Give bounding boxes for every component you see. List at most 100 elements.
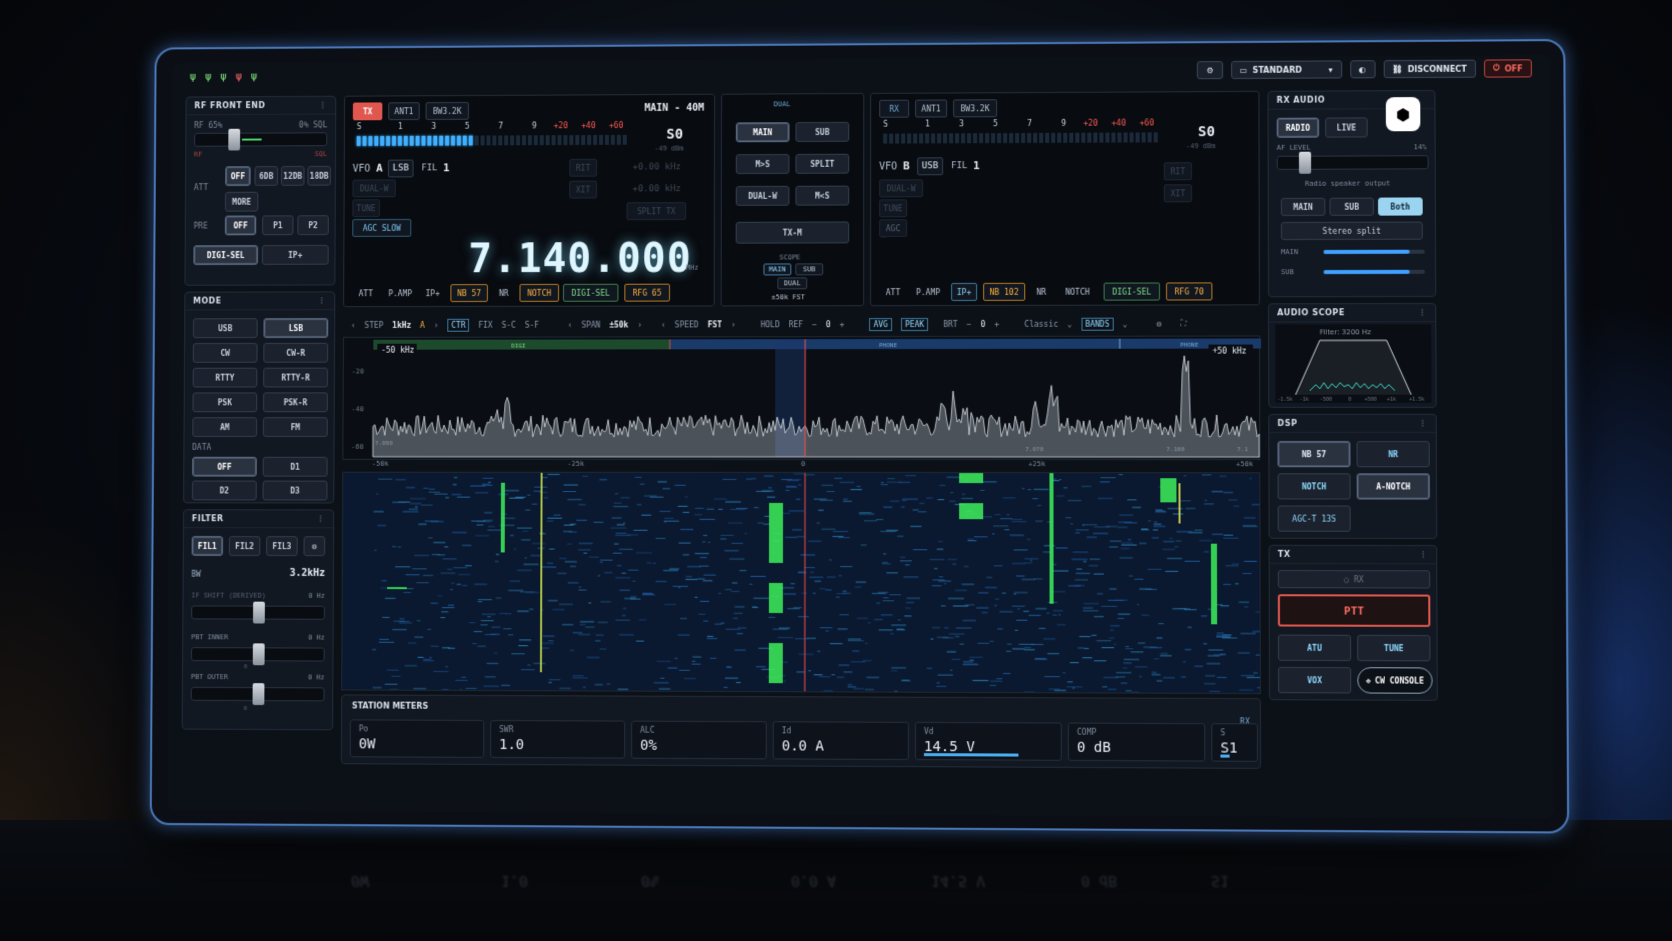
dual-w-button[interactable]: DUAL-W (879, 179, 924, 198)
gear-icon[interactable]: ⚙ (1157, 319, 1162, 328)
mode-rtty-button[interactable]: RTTY (192, 367, 258, 388)
data-d3-button[interactable]: D3 (262, 480, 328, 501)
rit-button[interactable]: RIT (1163, 162, 1193, 181)
slider-knob[interactable] (252, 683, 265, 706)
hold-button[interactable]: HOLD (761, 320, 780, 329)
mode-cw-r-button[interactable]: CW-R (263, 342, 329, 363)
minus-icon[interactable]: − (967, 319, 972, 328)
chevron-right-icon[interactable]: › (434, 320, 439, 329)
profile-select[interactable]: ▭ STANDARD ▾ (1230, 60, 1342, 80)
peak-button[interactable]: PEAK (900, 317, 929, 331)
dsp-nr-button[interactable]: NR (1356, 441, 1430, 468)
route-both-button[interactable]: Both (1378, 197, 1423, 216)
step-value[interactable]: 1kHz (392, 320, 411, 329)
slider-knob[interactable] (252, 643, 265, 666)
data-off-button[interactable]: OFF (192, 456, 257, 477)
scope-ctr-button[interactable]: CTR (447, 318, 470, 332)
antenna-select[interactable]: ANT1 (915, 99, 948, 118)
power-off-button[interactable]: ⏻ OFF (1483, 59, 1532, 78)
dual-w-toggle[interactable]: DUAL-W (735, 185, 790, 206)
agc-button[interactable]: AGC SLOW (352, 218, 412, 237)
if-shift-slider[interactable] (191, 601, 325, 624)
bands-button[interactable]: BANDS (1081, 317, 1114, 331)
att-toggle[interactable]: ATT (352, 284, 380, 302)
ip-plus-button[interactable]: IP+ (261, 244, 329, 265)
settings-button[interactable]: ⚙ (1197, 61, 1223, 80)
mode-lsb-button[interactable]: LSB (263, 318, 329, 338)
speed-value[interactable]: FST (708, 320, 722, 329)
rfg-toggle[interactable]: RFG 65 (624, 283, 671, 302)
mode-fm-button[interactable]: FM (262, 417, 328, 437)
rf-gain-slider[interactable] (194, 128, 328, 151)
scope-main-button[interactable]: MAIN (763, 263, 792, 276)
digi-sel-toggle[interactable]: DIGI-SEL (1103, 282, 1160, 301)
data-d2-button[interactable]: D2 (191, 480, 257, 501)
digi-sel-toggle[interactable]: DIGI-SEL (562, 283, 619, 302)
ptt-button[interactable]: PTT (1277, 594, 1431, 627)
notch-toggle[interactable]: NOTCH (519, 283, 560, 302)
pamp-toggle[interactable]: P.AMP (911, 283, 945, 301)
disconnect-button[interactable]: ⛓ DISCONNECT (1383, 59, 1476, 79)
audio-radio-button[interactable]: RADIO (1276, 117, 1320, 138)
rfg-toggle[interactable]: RFG 70 (1166, 282, 1213, 301)
nr-toggle[interactable]: NR (1029, 283, 1053, 301)
filter-fil1-button[interactable]: FIL1 (191, 536, 224, 556)
dual-sub-button[interactable]: SUB (795, 121, 850, 143)
chevron-left-icon[interactable]: ‹ (351, 321, 356, 330)
atu-button[interactable]: ATU (1277, 634, 1352, 662)
pre-off-button[interactable]: OFF (224, 215, 257, 236)
tx-m-button[interactable]: TX-M (735, 221, 850, 244)
mode-cw-button[interactable]: CW (192, 342, 258, 363)
filter-settings-button[interactable]: ⚙ (303, 536, 326, 557)
ip-plus-toggle[interactable]: IP+ (421, 284, 445, 302)
scope-sc-button[interactable]: S-C (502, 320, 516, 329)
route-sub-button[interactable]: SUB (1329, 197, 1375, 216)
mode-rtty-r-button[interactable]: RTTY-R (263, 367, 329, 388)
scope-dual-button[interactable]: DUAL (777, 277, 808, 290)
scope-sf-button[interactable]: S-F (525, 320, 539, 329)
filter-fil3-button[interactable]: FIL3 (266, 536, 298, 557)
data-d1-button[interactable]: D1 (262, 456, 328, 477)
main-volume-slider[interactable] (1323, 249, 1425, 254)
chevron-left-icon[interactable]: ‹ (661, 320, 666, 329)
cw-console-button[interactable]: ✥ CW CONSOLE (1357, 667, 1433, 694)
att-18db-button[interactable]: 18DB (307, 165, 332, 186)
plus-icon[interactable]: + (994, 319, 999, 328)
dual-main-button[interactable]: MAIN (735, 122, 790, 143)
minus-icon[interactable]: − (812, 320, 817, 329)
slider-knob[interactable] (1298, 151, 1312, 174)
dsp-agc-t-button[interactable]: AGC-T 13S (1277, 505, 1351, 532)
tune-button[interactable]: TUNE (352, 199, 380, 218)
mode-am-button[interactable]: AM (192, 417, 258, 437)
app-logo-icon[interactable]: ⬢ (1385, 97, 1421, 132)
filter-fil2-button[interactable]: FIL2 (228, 536, 261, 556)
dual-w-button[interactable]: DUAL-W (352, 179, 396, 198)
chevron-left-icon[interactable]: ‹ (568, 320, 573, 329)
dsp-a-notch-button[interactable]: A-NOTCH (1356, 473, 1430, 500)
notch-toggle[interactable]: NOTCH (1057, 283, 1097, 301)
mode-psk-button[interactable]: PSK (192, 392, 258, 413)
pre-p2-button[interactable]: P2 (297, 215, 329, 236)
rit-button[interactable]: RIT (569, 158, 598, 177)
pre-p1-button[interactable]: P1 (262, 215, 294, 236)
agc-button[interactable]: AGC (879, 219, 908, 238)
dsp-nb-button[interactable]: NB 57 (1277, 441, 1351, 468)
antenna-select[interactable]: ANT1 (388, 102, 420, 121)
pbt-inner-slider[interactable] (190, 643, 325, 666)
route-main-button[interactable]: MAIN (1280, 197, 1326, 216)
span-value[interactable]: ±50k (609, 320, 628, 329)
sub-to-main-button[interactable]: M<S (795, 185, 850, 206)
chevron-right-icon[interactable]: › (637, 320, 642, 329)
nr-toggle[interactable]: NR (492, 284, 516, 302)
af-level-slider[interactable] (1276, 151, 1429, 174)
split-button[interactable]: SPLIT (795, 153, 850, 174)
vox-button[interactable]: VOX (1278, 666, 1352, 694)
split-tx-button[interactable]: SPLIT TX (626, 202, 687, 221)
vfo-a-mode[interactable]: LSB (387, 159, 414, 178)
tune-button[interactable]: TUNE (879, 199, 908, 218)
frequency-display[interactable]: 7.140.000 (468, 236, 691, 282)
waterfall[interactable] (341, 471, 1261, 695)
main-to-sub-button[interactable]: M>S (735, 153, 790, 175)
sub-volume-slider[interactable] (1323, 269, 1425, 275)
att-toggle[interactable]: ATT (879, 283, 907, 301)
